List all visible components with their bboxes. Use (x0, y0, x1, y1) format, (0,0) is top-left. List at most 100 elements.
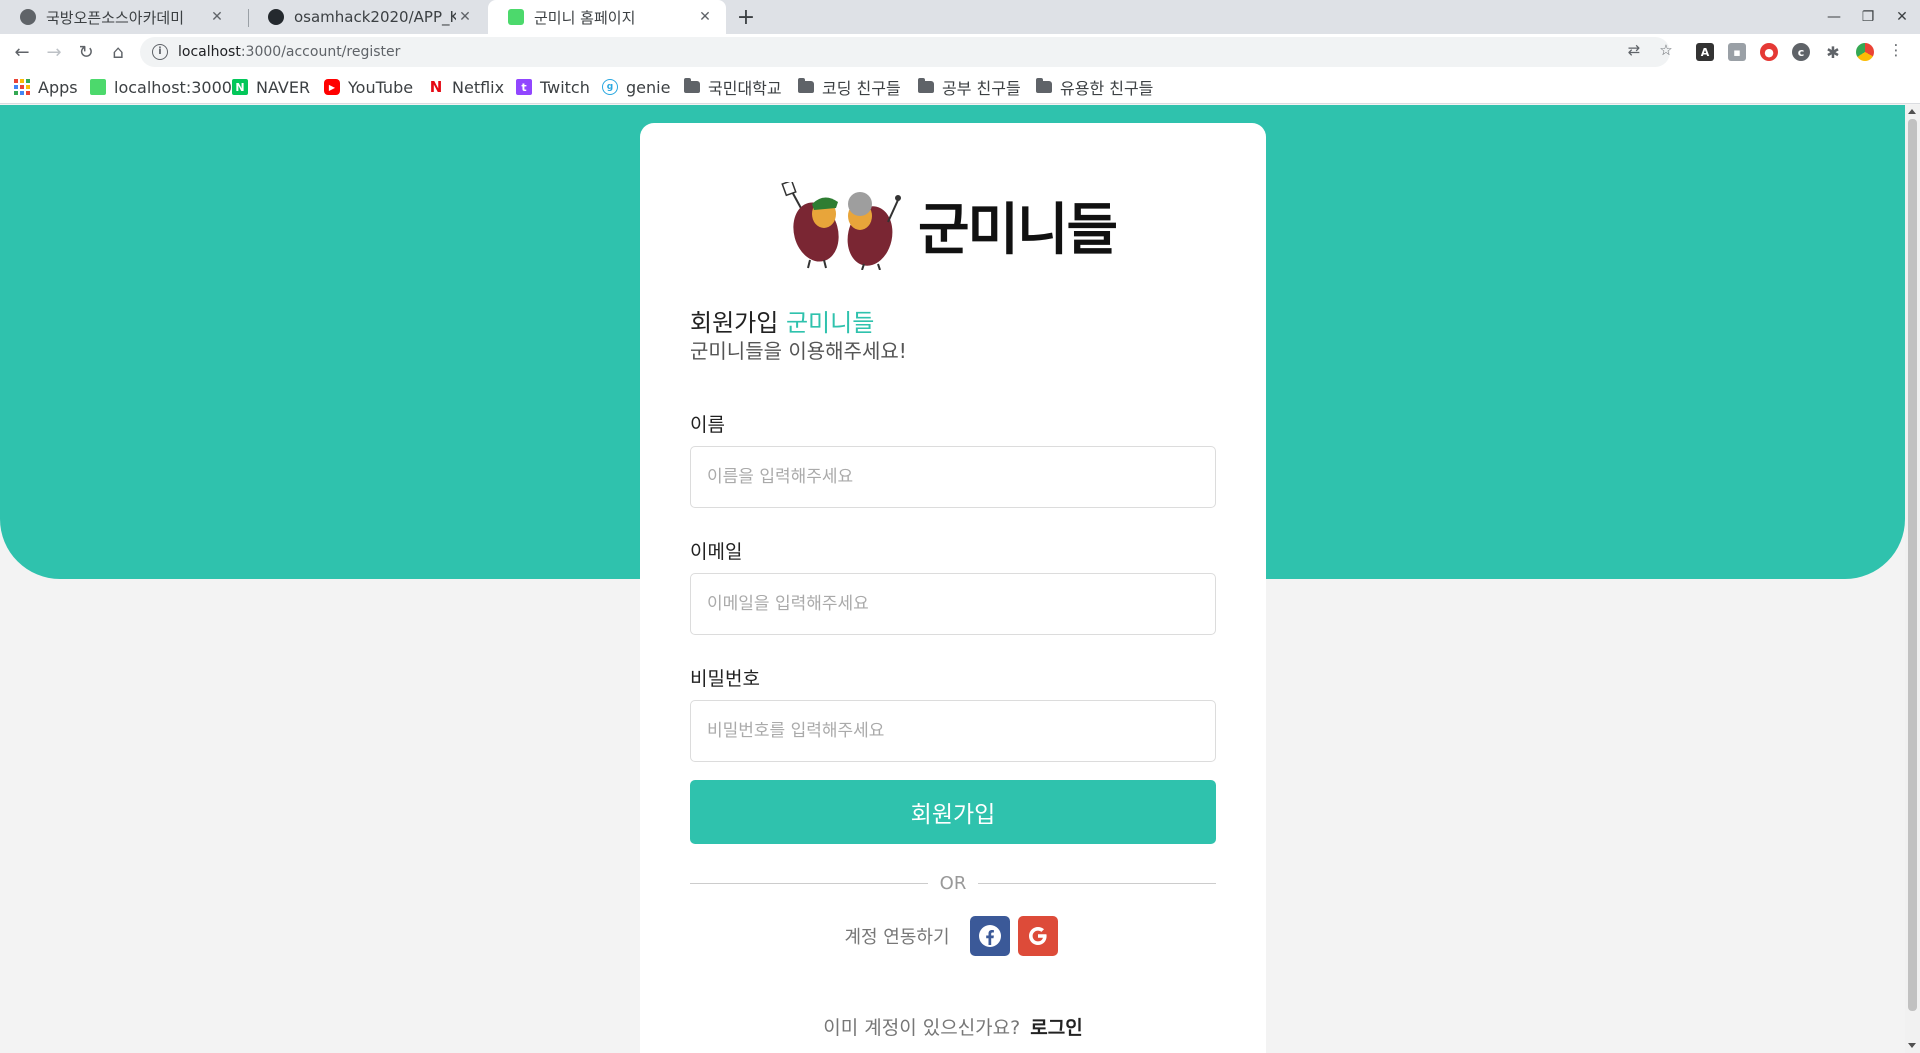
bookmark-label: 유용한 친구들 (1060, 79, 1154, 98)
gunmini-favicon (508, 9, 524, 25)
url-path: :3000/account/register (240, 44, 401, 60)
twitch-icon: t (516, 79, 532, 95)
google-login-button[interactable] (1017, 916, 1058, 956)
facebook-icon (978, 925, 1001, 947)
folder-icon (1036, 78, 1052, 93)
bookmark-netflix[interactable]: N Netflix (428, 70, 504, 104)
name-input[interactable] (690, 446, 1216, 508)
bookmark-label: Twitch (540, 77, 590, 97)
social-label: 계정 연동하기 (844, 927, 950, 948)
tab-title: osamhack2020/APP_Ko (294, 8, 456, 26)
page-subtitle: 군미니들을 이용해주세요! (690, 339, 907, 363)
login-link[interactable]: 로그인 (1030, 1017, 1082, 1039)
title-prefix: 회원가입 (690, 309, 779, 337)
or-text: OR (939, 872, 967, 894)
password-label: 비밀번호 (690, 668, 760, 690)
mascot-illustration (781, 181, 901, 270)
home-icon[interactable]: ⌂ (104, 38, 132, 66)
or-divider: OR (690, 871, 1216, 895)
bookmark-label: YouTube (348, 77, 414, 97)
tab-gunmini[interactable]: 군미니 홈페이지 ✕ (488, 0, 726, 34)
address-bar[interactable]: i localhost:3000/account/register (140, 37, 1670, 67)
extension-image-icon[interactable]: ▪ (1728, 43, 1746, 61)
scroll-down-arrow-icon[interactable] (1908, 1043, 1916, 1048)
bookmark-label: Netflix (452, 77, 505, 97)
reload-icon[interactable]: ↻ (72, 38, 100, 66)
divider-line (690, 882, 928, 884)
register-card: 군미니들 회원가입 군미니들 군미니들을 이용해주세요! 이름 이메일 비밀번호… (640, 123, 1266, 1053)
divider-line (978, 882, 1216, 884)
password-input[interactable] (690, 700, 1216, 762)
bookmark-label: localhost:3000 (114, 77, 232, 97)
kebab-menu-icon[interactable]: ⋮ (1886, 40, 1906, 60)
bookmark-folder-coding[interactable]: 코딩 친구들 (798, 70, 901, 104)
minimize-icon[interactable]: — (1818, 0, 1850, 34)
folder-icon (918, 78, 934, 93)
extension-record-icon[interactable]: ● (1760, 43, 1778, 61)
close-tab-icon[interactable]: ✕ (456, 9, 474, 25)
bookmark-star-icon[interactable]: ☆ (1656, 40, 1676, 60)
bookmark-label: 코딩 친구들 (822, 79, 901, 98)
bookmark-youtube[interactable]: ▶ YouTube (324, 70, 413, 104)
email-label: 이메일 (690, 541, 743, 563)
netflix-icon: N (428, 78, 444, 96)
page-viewport: 군미니들 회원가입 군미니들 군미니들을 이용해주세요! 이름 이메일 비밀번호… (0, 105, 1905, 1053)
tab-title: 군미니 홈페이지 (534, 8, 636, 27)
genie-icon: g (602, 79, 618, 95)
bookmark-folder-kookmin[interactable]: 국민대학교 (684, 70, 782, 104)
bookmark-label: 공부 친구들 (942, 79, 1021, 98)
scroll-up-arrow-icon[interactable] (1908, 109, 1916, 114)
globe-icon (20, 9, 36, 25)
tab-title: 국방오픈소스아카데미 (46, 8, 185, 27)
folder-icon (798, 78, 814, 93)
forward-arrow-icon[interactable]: → (40, 38, 68, 66)
gunmini-favicon (90, 79, 106, 95)
social-login-row: 계정 연동하기 (690, 916, 1216, 956)
extension-a-icon[interactable]: A (1696, 43, 1714, 61)
register-button[interactable]: 회원가입 (690, 780, 1216, 844)
tab-strip: 국방오픈소스아카데미 ✕ osamhack2020/APP_Ko ✕ 군미니 홈… (0, 0, 1920, 34)
bookmark-label: genie (626, 77, 671, 97)
page-title: 회원가입 군미니들 (690, 303, 874, 338)
scroll-thumb[interactable] (1908, 119, 1917, 1011)
facebook-login-button[interactable] (969, 916, 1010, 956)
bookmark-label: 국민대학교 (708, 79, 782, 98)
new-tab-button[interactable]: + (733, 4, 759, 30)
bookmark-localhost[interactable]: localhost:3000 (90, 70, 232, 104)
folder-icon (684, 78, 700, 93)
apps-grid-icon (14, 79, 30, 95)
restore-icon[interactable]: ❐ (1852, 0, 1884, 34)
tab-academy[interactable]: 국방오픈소스아카데미 ✕ (0, 0, 238, 34)
bookmarks-bar: Apps localhost:3000 N NAVER ▶ YouTube N … (0, 70, 1920, 104)
info-icon[interactable]: i (152, 44, 168, 60)
login-prompt-row: 이미 계정이 있으신가요? 로그인 (690, 1013, 1216, 1040)
extension-circle-icon[interactable]: c (1792, 43, 1810, 61)
naver-icon: N (232, 79, 248, 95)
bookmark-genie[interactable]: g genie (602, 70, 670, 104)
close-tab-icon[interactable]: ✕ (208, 9, 226, 25)
bookmark-label: NAVER (256, 77, 311, 97)
name-label: 이름 (690, 414, 725, 436)
url-host: localhost (178, 44, 241, 60)
github-icon (268, 9, 284, 25)
login-prompt: 이미 계정이 있으신가요? (823, 1017, 1021, 1039)
profile-chrome-icon[interactable] (1856, 43, 1874, 61)
bookmark-naver[interactable]: N NAVER (232, 70, 310, 104)
extensions-puzzle-icon[interactable]: ✱ (1824, 43, 1842, 62)
browser-toolbar: ← → ↻ ⌂ i localhost:3000/account/registe… (0, 34, 1920, 70)
site-logo[interactable]: 군미니들 (780, 178, 1130, 273)
email-input[interactable] (690, 573, 1216, 635)
bookmark-folder-useful[interactable]: 유용한 친구들 (1036, 70, 1153, 104)
google-icon (1028, 927, 1047, 945)
tab-github[interactable]: osamhack2020/APP_Ko ✕ (248, 0, 486, 34)
back-arrow-icon[interactable]: ← (8, 38, 36, 66)
close-tab-icon[interactable]: ✕ (696, 9, 714, 25)
close-window-icon[interactable]: ✕ (1886, 0, 1918, 34)
title-brand: 군미니들 (785, 309, 875, 337)
translate-icon[interactable]: ⇄ (1624, 40, 1644, 60)
bookmark-twitch[interactable]: t Twitch (516, 70, 590, 104)
youtube-icon: ▶ (324, 79, 340, 95)
bookmark-apps[interactable]: Apps (14, 70, 78, 104)
page-scrollbar[interactable] (1905, 105, 1920, 1053)
bookmark-folder-study[interactable]: 공부 친구들 (918, 70, 1021, 104)
